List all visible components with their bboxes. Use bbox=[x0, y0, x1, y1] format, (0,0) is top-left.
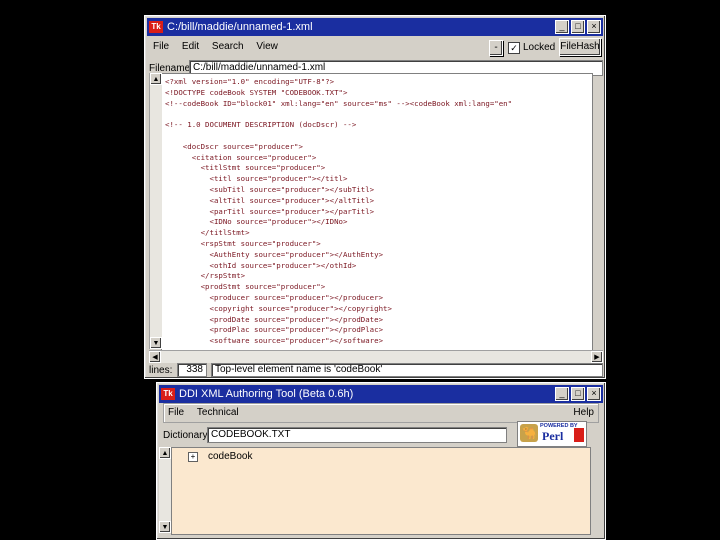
minimize-button[interactable]: _ bbox=[555, 20, 569, 34]
code-line: <!DOCTYPE codeBook SYSTEM "CODEBOOK.TXT"… bbox=[165, 87, 348, 97]
authoring-titlebar[interactable]: Tk DDI XML Authoring Tool (Beta 0.6h) _ □ × bbox=[159, 385, 603, 403]
maximize-button[interactable]: □ bbox=[571, 387, 585, 401]
code-line: <prodStmt source="producer"> bbox=[165, 282, 326, 292]
status-field: Top-level element name is 'codeBook' bbox=[211, 363, 603, 377]
editor-vertical-scrollbar[interactable]: ▲ ▼ bbox=[149, 73, 162, 349]
code-line: <!--codeBook ID="block01" xml:lang="en" … bbox=[165, 98, 513, 108]
close-button[interactable]: × bbox=[587, 387, 601, 401]
code-line: <copyright source="producer"></copyright… bbox=[165, 303, 392, 313]
scroll-right-icon[interactable]: ▶ bbox=[591, 351, 603, 363]
tree-vertical-scrollbar[interactable]: ▲ ▼ bbox=[159, 447, 171, 533]
code-line: <AuthEnty source="producer"></AuthEnty> bbox=[165, 249, 384, 259]
code-line: <docDscr source="producer"> bbox=[165, 141, 303, 151]
code-line: <othId source="producer"></othId> bbox=[165, 260, 357, 270]
menu-edit[interactable]: Edit bbox=[182, 41, 199, 52]
code-line: <prodPlac source="producer"></prodPlac> bbox=[165, 325, 384, 335]
app-logo-icon: Tk bbox=[161, 388, 175, 400]
lines-label: lines: bbox=[149, 365, 173, 376]
lines-count-field: 338 bbox=[177, 363, 207, 377]
authoring-tool-window: Tk DDI XML Authoring Tool (Beta 0.6h) _ □ ×… bbox=[156, 382, 606, 540]
code-line: <titl source="producer"></titl> bbox=[165, 174, 348, 184]
scroll-left-icon[interactable]: ◀ bbox=[149, 351, 161, 363]
code-line: <titlStmt source="producer"> bbox=[165, 163, 326, 173]
menu-help[interactable]: Help bbox=[573, 404, 594, 422]
code-line: <prodDate source="producer"></prodDate> bbox=[165, 314, 384, 324]
minimize-button[interactable]: _ bbox=[555, 387, 569, 401]
app-logo-icon: Tk bbox=[149, 21, 163, 33]
close-button[interactable]: × bbox=[587, 20, 601, 34]
scroll-down-icon[interactable]: ▼ bbox=[159, 521, 171, 533]
file-hash-button[interactable]: FileHash bbox=[559, 38, 601, 56]
locked-checkbox[interactable]: ✓ bbox=[508, 42, 520, 54]
editor-title: C:/bill/maddie/unnamed-1.xml bbox=[167, 21, 313, 33]
xml-code-area[interactable]: <?xml version="1.0" encoding="UTF-8"?> <!… bbox=[161, 73, 593, 351]
menu-view[interactable]: View bbox=[256, 41, 278, 52]
menu-technical[interactable]: Technical bbox=[197, 407, 239, 418]
menu-search[interactable]: Search bbox=[212, 41, 244, 52]
powered-by-perl-badge: 🐪 POWERED BY Perl bbox=[517, 421, 587, 447]
code-line: </titlStmt> bbox=[165, 228, 250, 238]
scroll-down-icon[interactable]: ▼ bbox=[150, 337, 162, 349]
menu-file[interactable]: File bbox=[153, 41, 169, 52]
tree-expander-icon[interactable]: + bbox=[188, 452, 198, 462]
dictionary-label: Dictionary: bbox=[163, 430, 211, 441]
xml-editor-window: Tk C:/bill/maddie/unnamed-1.xml _ □ × File … bbox=[144, 15, 606, 379]
code-line: </rspStmt> bbox=[165, 271, 246, 281]
code-line: <IDNo source="producer"></IDNo> bbox=[165, 217, 348, 227]
code-line: <subTitl source="producer"></subTitl> bbox=[165, 185, 375, 194]
code-line: <rspStmt source="producer"> bbox=[165, 239, 321, 248]
dash-button[interactable]: - bbox=[489, 40, 503, 56]
scroll-up-icon[interactable]: ▲ bbox=[159, 447, 171, 459]
locked-label: Locked bbox=[523, 42, 556, 53]
dictionary-field[interactable]: CODEBOOK.TXT bbox=[207, 427, 507, 443]
code-line: <!-- 1.0 DOCUMENT DESCRIPTION (docDscr) … bbox=[165, 120, 357, 130]
perl-accent-icon bbox=[574, 428, 584, 442]
authoring-title: DDI XML Authoring Tool (Beta 0.6h) bbox=[179, 388, 354, 400]
code-line: <altTitl source="producer"></altTitl> bbox=[165, 195, 375, 205]
code-line: <parTitl source="producer"></parTitl> bbox=[165, 206, 375, 216]
code-line: <software source="producer"></software> bbox=[165, 336, 384, 346]
camel-icon: 🐪 bbox=[520, 424, 538, 442]
authoring-menubar: File Technical Help bbox=[163, 403, 599, 423]
menu-file[interactable]: File bbox=[168, 407, 184, 418]
editor-horizontal-scrollbar[interactable]: ◀ ▶ bbox=[149, 350, 603, 363]
scroll-up-icon[interactable]: ▲ bbox=[150, 73, 162, 85]
tree-node-codebook[interactable]: codeBook bbox=[208, 451, 252, 462]
perl-badge-text: Perl bbox=[542, 429, 564, 443]
codebook-tree[interactable]: + codeBook bbox=[171, 447, 591, 535]
code-line: <producer source="producer"></producer> bbox=[165, 293, 384, 302]
code-line: <?xml version="1.0" encoding="UTF-8"?> bbox=[165, 77, 335, 86]
maximize-button[interactable]: □ bbox=[571, 20, 585, 34]
editor-titlebar[interactable]: Tk C:/bill/maddie/unnamed-1.xml _ □ × bbox=[147, 18, 603, 36]
code-line: <citation source="producer"> bbox=[165, 152, 317, 162]
